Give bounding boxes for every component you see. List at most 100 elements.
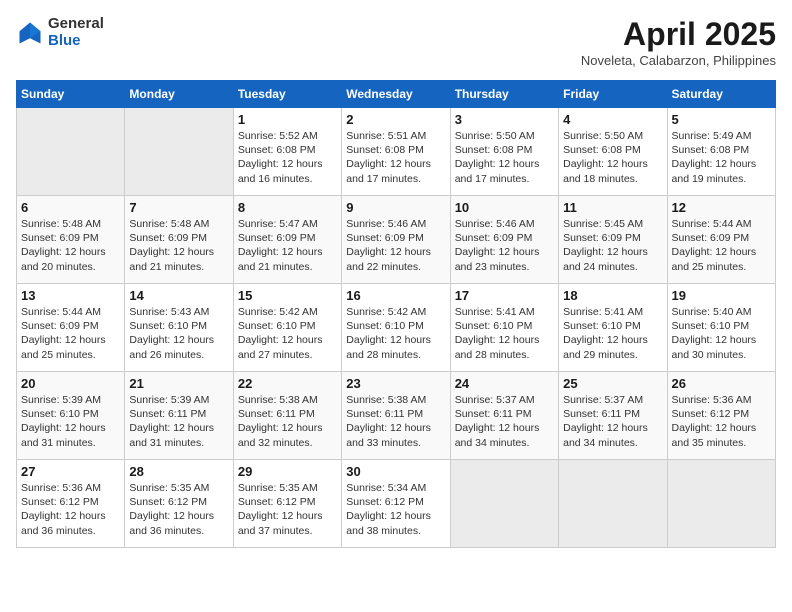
day-info: Sunrise: 5:44 AMSunset: 6:09 PMDaylight:… — [21, 305, 120, 362]
day-number: 4 — [563, 112, 662, 127]
day-number: 6 — [21, 200, 120, 215]
day-info: Sunrise: 5:35 AMSunset: 6:12 PMDaylight:… — [238, 481, 337, 538]
day-info: Sunrise: 5:52 AMSunset: 6:08 PMDaylight:… — [238, 129, 337, 186]
day-number: 26 — [672, 376, 771, 391]
weekday-header-sunday: Sunday — [17, 81, 125, 108]
calendar-table: SundayMondayTuesdayWednesdayThursdayFrid… — [16, 80, 776, 548]
day-info: Sunrise: 5:39 AMSunset: 6:11 PMDaylight:… — [129, 393, 228, 450]
weekday-header-wednesday: Wednesday — [342, 81, 450, 108]
weekday-header-thursday: Thursday — [450, 81, 558, 108]
day-number: 19 — [672, 288, 771, 303]
day-number: 14 — [129, 288, 228, 303]
calendar-cell: 10 Sunrise: 5:46 AMSunset: 6:09 PMDayligh… — [450, 196, 558, 284]
calendar-cell — [125, 108, 233, 196]
day-number: 21 — [129, 376, 228, 391]
day-number: 16 — [346, 288, 445, 303]
logo-line1: General — [48, 16, 104, 33]
calendar-cell: 26 Sunrise: 5:36 AMSunset: 6:12 PMDayligh… — [667, 372, 775, 460]
calendar-cell: 23 Sunrise: 5:38 AMSunset: 6:11 PMDayligh… — [342, 372, 450, 460]
calendar-cell: 11 Sunrise: 5:45 AMSunset: 6:09 PMDayligh… — [559, 196, 667, 284]
calendar-cell: 29 Sunrise: 5:35 AMSunset: 6:12 PMDayligh… — [233, 460, 341, 548]
calendar-cell: 14Sunrise: 5:43 AMSunset: 6:10 PMDayligh… — [125, 284, 233, 372]
day-number: 29 — [238, 464, 337, 479]
calendar-week-row: 1Sunrise: 5:52 AMSunset: 6:08 PMDaylight… — [17, 108, 776, 196]
calendar-cell: 6Sunrise: 5:48 AMSunset: 6:09 PMDaylight… — [17, 196, 125, 284]
calendar-cell — [559, 460, 667, 548]
day-info: Sunrise: 5:39 AMSunset: 6:10 PMDaylight:… — [21, 393, 120, 450]
calendar-header-row: SundayMondayTuesdayWednesdayThursdayFrid… — [17, 81, 776, 108]
day-number: 24 — [455, 376, 554, 391]
calendar-cell: 16 Sunrise: 5:42 AMSunset: 6:10 PMDayligh… — [342, 284, 450, 372]
day-number: 22 — [238, 376, 337, 391]
day-info: Sunrise: 5:42 AMSunset: 6:10 PMDaylight:… — [346, 305, 445, 362]
calendar-cell: 5Sunrise: 5:49 AMSunset: 6:08 PMDaylight… — [667, 108, 775, 196]
title-block: April 2025 Noveleta, Calabarzon, Philipp… — [581, 16, 776, 68]
calendar-week-row: 13 Sunrise: 5:44 AMSunset: 6:09 PMDayligh… — [17, 284, 776, 372]
calendar-cell: 17 Sunrise: 5:41 AMSunset: 6:10 PMDayligh… — [450, 284, 558, 372]
day-info: Sunrise: 5:34 AMSunset: 6:12 PMDaylight:… — [346, 481, 445, 538]
calendar-cell: 12Sunrise: 5:44 AMSunset: 6:09 PMDayligh… — [667, 196, 775, 284]
calendar-cell: 2Sunrise: 5:51 AMSunset: 6:08 PMDaylight… — [342, 108, 450, 196]
day-number: 18 — [563, 288, 662, 303]
page-header: General Blue April 2025 Noveleta, Calaba… — [16, 16, 776, 68]
day-info: Sunrise: 5:42 AMSunset: 6:10 PMDaylight:… — [238, 305, 337, 362]
logo: General Blue — [16, 16, 104, 49]
day-number: 12 — [672, 200, 771, 215]
day-info: Sunrise: 5:48 AMSunset: 6:09 PMDaylight:… — [129, 217, 228, 274]
day-info: Sunrise: 5:37 AMSunset: 6:11 PMDaylight:… — [563, 393, 662, 450]
day-info: Sunrise: 5:38 AMSunset: 6:11 PMDaylight:… — [346, 393, 445, 450]
day-number: 27 — [21, 464, 120, 479]
day-number: 10 — [455, 200, 554, 215]
weekday-header-saturday: Saturday — [667, 81, 775, 108]
day-info: Sunrise: 5:41 AMSunset: 6:10 PMDaylight:… — [563, 305, 662, 362]
location-subtitle: Noveleta, Calabarzon, Philippines — [581, 53, 776, 68]
day-number: 11 — [563, 200, 662, 215]
day-number: 13 — [21, 288, 120, 303]
day-info: Sunrise: 5:49 AMSunset: 6:08 PMDaylight:… — [672, 129, 771, 186]
day-info: Sunrise: 5:40 AMSunset: 6:10 PMDaylight:… — [672, 305, 771, 362]
calendar-cell: 27 Sunrise: 5:36 AMSunset: 6:12 PMDayligh… — [17, 460, 125, 548]
day-number: 9 — [346, 200, 445, 215]
day-number: 15 — [238, 288, 337, 303]
calendar-cell: 20 Sunrise: 5:39 AMSunset: 6:10 PMDayligh… — [17, 372, 125, 460]
weekday-header-monday: Monday — [125, 81, 233, 108]
day-number: 30 — [346, 464, 445, 479]
day-info: Sunrise: 5:45 AMSunset: 6:09 PMDaylight:… — [563, 217, 662, 274]
day-info: Sunrise: 5:36 AMSunset: 6:12 PMDaylight:… — [672, 393, 771, 450]
calendar-cell: 3Sunrise: 5:50 AMSunset: 6:08 PMDaylight… — [450, 108, 558, 196]
calendar-cell — [17, 108, 125, 196]
calendar-week-row: 20 Sunrise: 5:39 AMSunset: 6:10 PMDayligh… — [17, 372, 776, 460]
calendar-cell — [450, 460, 558, 548]
day-info: Sunrise: 5:47 AMSunset: 6:09 PMDaylight:… — [238, 217, 337, 274]
day-number: 17 — [455, 288, 554, 303]
calendar-cell: 9 Sunrise: 5:46 AMSunset: 6:09 PMDaylight… — [342, 196, 450, 284]
calendar-cell: 18 Sunrise: 5:41 AMSunset: 6:10 PMDayligh… — [559, 284, 667, 372]
weekday-header-tuesday: Tuesday — [233, 81, 341, 108]
day-number: 20 — [21, 376, 120, 391]
day-info: Sunrise: 5:46 AMSunset: 6:09 PMDaylight:… — [346, 217, 445, 274]
calendar-week-row: 6 Sunrise: 5:48 AMSunset: 6:09 PMDaylight… — [17, 196, 776, 284]
day-info: Sunrise: 5:41 AMSunset: 6:10 PMDaylight:… — [455, 305, 554, 362]
day-info: Sunrise: 5:50 AMSunset: 6:08 PMDaylight:… — [563, 129, 662, 186]
day-number: 23 — [346, 376, 445, 391]
day-info: Sunrise: 5:46 AMSunset: 6:09 PMDaylight:… — [455, 217, 554, 274]
calendar-week-row: 27 Sunrise: 5:36 AMSunset: 6:12 PMDayligh… — [17, 460, 776, 548]
calendar-cell: 4 Sunrise: 5:50 AMSunset: 6:08 PMDaylight… — [559, 108, 667, 196]
weekday-header-friday: Friday — [559, 81, 667, 108]
calendar-cell: 28Sunrise: 5:35 AMSunset: 6:12 PMDayligh… — [125, 460, 233, 548]
calendar-cell: 7Sunrise: 5:48 AMSunset: 6:09 PMDaylight… — [125, 196, 233, 284]
logo-line2: Blue — [48, 33, 104, 50]
month-year-title: April 2025 — [581, 16, 776, 53]
day-info: Sunrise: 5:36 AMSunset: 6:12 PMDaylight:… — [21, 481, 120, 538]
day-number: 8 — [238, 200, 337, 215]
calendar-cell: 22 Sunrise: 5:38 AMSunset: 6:11 PMDayligh… — [233, 372, 341, 460]
calendar-cell: 8 Sunrise: 5:47 AMSunset: 6:09 PMDaylight… — [233, 196, 341, 284]
logo-icon — [16, 19, 44, 47]
day-info: Sunrise: 5:35 AMSunset: 6:12 PMDaylight:… — [129, 481, 228, 538]
calendar-cell: 30 Sunrise: 5:34 AMSunset: 6:12 PMDayligh… — [342, 460, 450, 548]
day-number: 25 — [563, 376, 662, 391]
calendar-cell: 15 Sunrise: 5:42 AMSunset: 6:10 PMDayligh… — [233, 284, 341, 372]
calendar-cell: 19 Sunrise: 5:40 AMSunset: 6:10 PMDayligh… — [667, 284, 775, 372]
calendar-cell: 1Sunrise: 5:52 AMSunset: 6:08 PMDaylight… — [233, 108, 341, 196]
day-info: Sunrise: 5:38 AMSunset: 6:11 PMDaylight:… — [238, 393, 337, 450]
